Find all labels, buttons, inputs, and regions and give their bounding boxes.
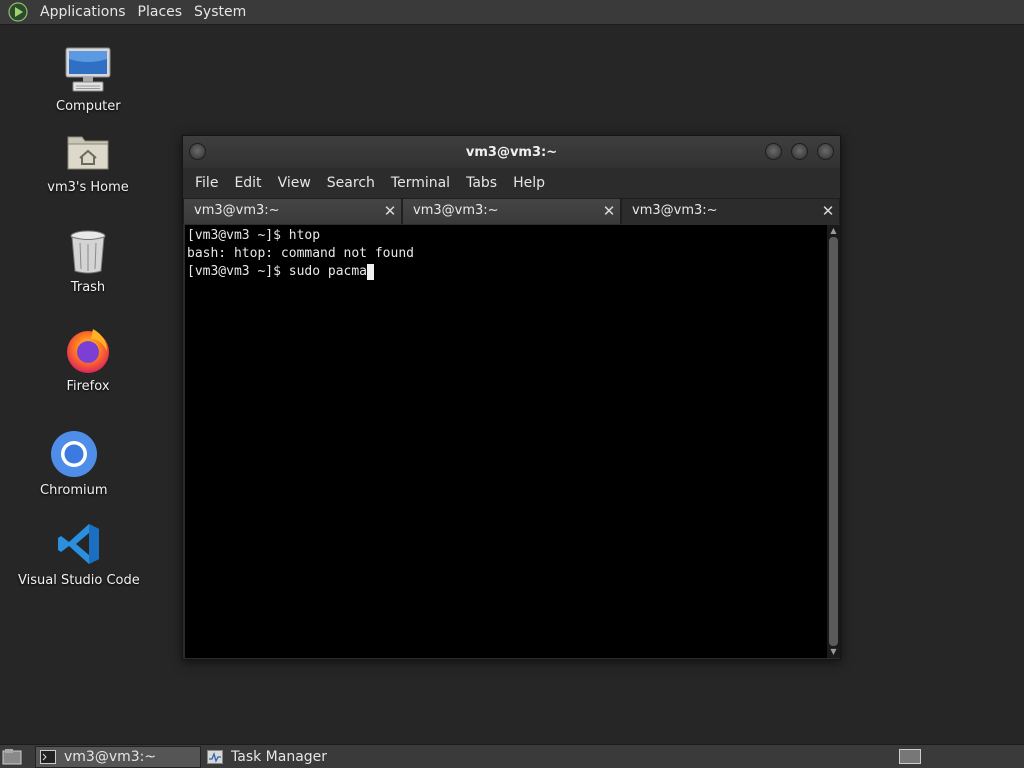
minimize-button[interactable] bbox=[765, 143, 782, 160]
terminal-tab-2[interactable]: vm3@vm3:~ ✕ bbox=[402, 198, 621, 224]
desktop-icon-label: Chromium bbox=[40, 483, 108, 498]
show-desktop-icon[interactable] bbox=[2, 748, 22, 766]
chromium-icon bbox=[50, 431, 97, 477]
window-title: vm3@vm3:~ bbox=[465, 144, 558, 160]
applications-menu[interactable]: Applications bbox=[34, 0, 132, 25]
window-menu-button[interactable] bbox=[189, 143, 206, 160]
scrollbar-thumb[interactable] bbox=[829, 237, 838, 646]
menu-tabs[interactable]: Tabs bbox=[458, 175, 505, 191]
tab-close-icon[interactable]: ✕ bbox=[602, 199, 616, 223]
tab-close-icon[interactable]: ✕ bbox=[383, 199, 397, 223]
taskbar-item-label: vm3@vm3:~ bbox=[64, 749, 157, 765]
maximize-button[interactable] bbox=[791, 143, 808, 160]
desktop-icon-label: Trash bbox=[70, 280, 106, 295]
menu-file[interactable]: File bbox=[187, 175, 226, 191]
terminal-icon bbox=[40, 750, 56, 764]
taskbar-item-label: Task Manager bbox=[231, 749, 328, 765]
vscode-icon bbox=[57, 524, 99, 564]
terminal-window: vm3@vm3:~ File Edit View Search Terminal… bbox=[182, 135, 841, 660]
desktop-icon-trash[interactable]: Trash bbox=[62, 225, 114, 295]
terminal-line: bash: htop: command not found bbox=[187, 246, 414, 261]
workspace-switcher[interactable] bbox=[899, 749, 921, 764]
window-titlebar[interactable]: vm3@vm3:~ bbox=[183, 136, 840, 168]
home-folder-icon bbox=[67, 136, 109, 170]
task-manager-icon bbox=[207, 750, 223, 764]
system-menu[interactable]: System bbox=[188, 0, 252, 25]
desktop-icon-label: Computer bbox=[56, 99, 121, 114]
tab-close-icon[interactable]: ✕ bbox=[821, 199, 835, 223]
close-window-button[interactable] bbox=[817, 143, 834, 160]
top-panel: Applications Places System bbox=[0, 0, 1024, 25]
terminal-tab-1[interactable]: vm3@vm3:~ ✕ bbox=[183, 198, 402, 224]
tab-label: vm3@vm3:~ bbox=[632, 203, 718, 218]
terminal-line-current: [vm3@vm3 ~]$ sudo pacma bbox=[187, 263, 827, 281]
desktop-icon-label: Visual Studio Code bbox=[18, 573, 140, 588]
terminal-scrollbar[interactable]: ▲ ▼ bbox=[827, 225, 840, 658]
terminal-current-command: [vm3@vm3 ~]$ sudo pacma bbox=[187, 264, 368, 279]
desktop-icon-firefox[interactable]: Firefox bbox=[62, 324, 114, 394]
menu-view[interactable]: View bbox=[270, 175, 319, 191]
trash-icon bbox=[70, 230, 106, 274]
scroll-up-arrow-icon[interactable]: ▲ bbox=[827, 225, 840, 237]
menu-edit[interactable]: Edit bbox=[226, 175, 269, 191]
menu-search[interactable]: Search bbox=[319, 175, 383, 191]
terminal-tabbar: vm3@vm3:~ ✕ vm3@vm3:~ ✕ vm3@vm3:~ ✕ bbox=[183, 198, 840, 224]
scroll-down-arrow-icon[interactable]: ▼ bbox=[827, 646, 840, 658]
firefox-icon bbox=[67, 329, 109, 373]
desktop-icon-label: vm3's Home bbox=[47, 180, 129, 195]
text-cursor bbox=[367, 264, 375, 280]
places-menu[interactable]: Places bbox=[132, 0, 189, 25]
desktop-icon-label: Firefox bbox=[66, 379, 110, 394]
terminal-output[interactable]: [vm3@vm3 ~]$ htop bash: htop: command no… bbox=[185, 225, 827, 658]
taskbar-item-task-manager[interactable]: Task Manager bbox=[203, 746, 373, 768]
applications-logo-icon[interactable] bbox=[8, 2, 28, 22]
tab-label: vm3@vm3:~ bbox=[194, 203, 280, 218]
desktop-icon-chromium[interactable]: Chromium bbox=[40, 428, 108, 498]
terminal-line: [vm3@vm3 ~]$ htop bbox=[187, 228, 321, 243]
menu-help[interactable]: Help bbox=[505, 175, 553, 191]
tab-label: vm3@vm3:~ bbox=[413, 203, 499, 218]
desktop-icon-home[interactable]: vm3's Home bbox=[46, 125, 130, 195]
menu-terminal[interactable]: Terminal bbox=[383, 175, 458, 191]
desktop-icon-vscode[interactable]: Visual Studio Code bbox=[18, 518, 140, 588]
taskbar-item-terminal[interactable]: vm3@vm3:~ bbox=[35, 746, 201, 768]
computer-icon bbox=[65, 47, 111, 92]
terminal-menubar: File Edit View Search Terminal Tabs Help bbox=[183, 168, 840, 198]
bottom-panel: vm3@vm3:~ Task Manager bbox=[0, 744, 1024, 768]
desktop-icon-computer[interactable]: Computer bbox=[56, 44, 121, 114]
terminal-tab-3-active[interactable]: vm3@vm3:~ ✕ bbox=[621, 198, 840, 224]
